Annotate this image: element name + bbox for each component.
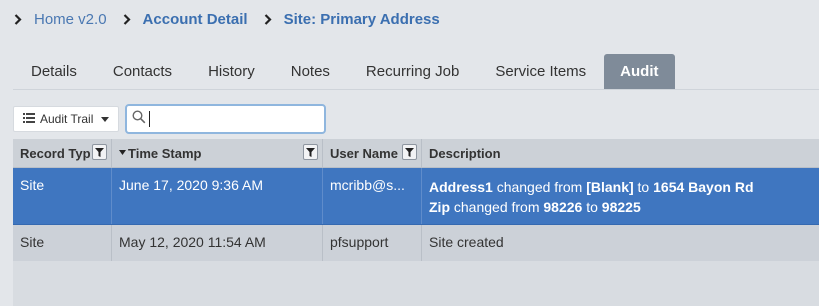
column-header-label: User Name [330,145,398,161]
breadcrumb-site-link[interactable]: Site: Primary Address [284,11,440,28]
old-value: 98226 [543,199,583,215]
audit-trail-view-dropdown[interactable]: Audit Trail [13,106,120,132]
chevron-right-icon [10,13,26,25]
tab-bar: Details Contacts History Notes Recurring… [13,54,675,90]
description-text: to [582,199,602,215]
tab-recurring-job[interactable]: Recurring Job [348,54,477,90]
old-value: [Blank] [586,179,634,195]
cell-time-stamp: June 17, 2020 9:36 AM [112,168,323,224]
list-icon [23,112,35,126]
filter-icon[interactable] [303,144,318,160]
tab-audit[interactable]: Audit [604,54,675,90]
caret-down-icon [101,115,110,124]
cell-time-stamp: May 12, 2020 11:54 AM [112,225,323,261]
filter-icon[interactable] [402,144,417,160]
tab-notes[interactable]: Notes [273,54,348,90]
description-line: Address1 changed from [Blank] to 1654 Ba… [429,177,754,197]
column-header-record-type[interactable]: Record Typ [13,139,112,167]
chevron-right-icon [260,13,276,25]
tab-details[interactable]: Details [13,54,95,90]
cell-description: Address1 changed from [Blank] to 1654 Ba… [422,168,819,224]
breadcrumb: Home v2.0 Account Detail Site: Primary A… [0,0,452,38]
changed-field: Zip [429,199,450,215]
view-dropdown-label: Audit Trail [40,112,94,126]
description-text: changed from [450,199,544,215]
column-header-label: Record Typ [20,145,91,161]
column-header-label: Time Stamp [128,145,202,161]
tab-service-items[interactable]: Service Items [477,54,604,90]
search-box [125,104,327,134]
breadcrumb-home-link[interactable]: Home v2.0 [34,11,107,28]
cell-user-name: mcribb@s... [323,168,422,224]
grid-header: Record Typ Time Stamp User Name Descript… [13,139,819,168]
audit-grid: Record Typ Time Stamp User Name Descript… [13,139,819,306]
cell-record-type: Site [13,225,112,261]
description-text: to [633,179,654,195]
cell-user-name: pfsupport [323,225,422,261]
table-row[interactable]: Site May 12, 2020 11:54 AM pfsupport Sit… [13,225,819,261]
column-header-time-stamp[interactable]: Time Stamp [112,139,323,167]
tab-history[interactable]: History [190,54,273,90]
search-input[interactable] [150,109,320,129]
breadcrumb-account-detail-link[interactable]: Account Detail [143,11,248,28]
search-icon [132,109,146,129]
sort-descending-icon [119,149,126,157]
cell-record-type: Site [13,168,112,224]
column-header-description[interactable]: Description [422,139,819,167]
grid-toolbar: Audit Trail [13,104,327,134]
description-text: changed from [492,179,587,195]
tab-contacts[interactable]: Contacts [95,54,190,90]
column-header-label: Description [429,145,501,161]
chevron-right-icon [119,13,135,25]
new-value: 98225 [601,199,641,215]
column-header-user-name[interactable]: User Name [323,139,422,167]
new-value: 1654 Bayon Rd [653,179,754,195]
tab-divider [13,89,819,90]
description-line: Zip changed from 98226 to 98225 [429,197,754,217]
cell-description: Site created [429,234,504,250]
table-row[interactable]: Site June 17, 2020 9:36 AM mcribb@s... A… [13,168,819,225]
changed-field: Address1 [429,179,493,195]
filter-icon[interactable] [92,144,107,160]
